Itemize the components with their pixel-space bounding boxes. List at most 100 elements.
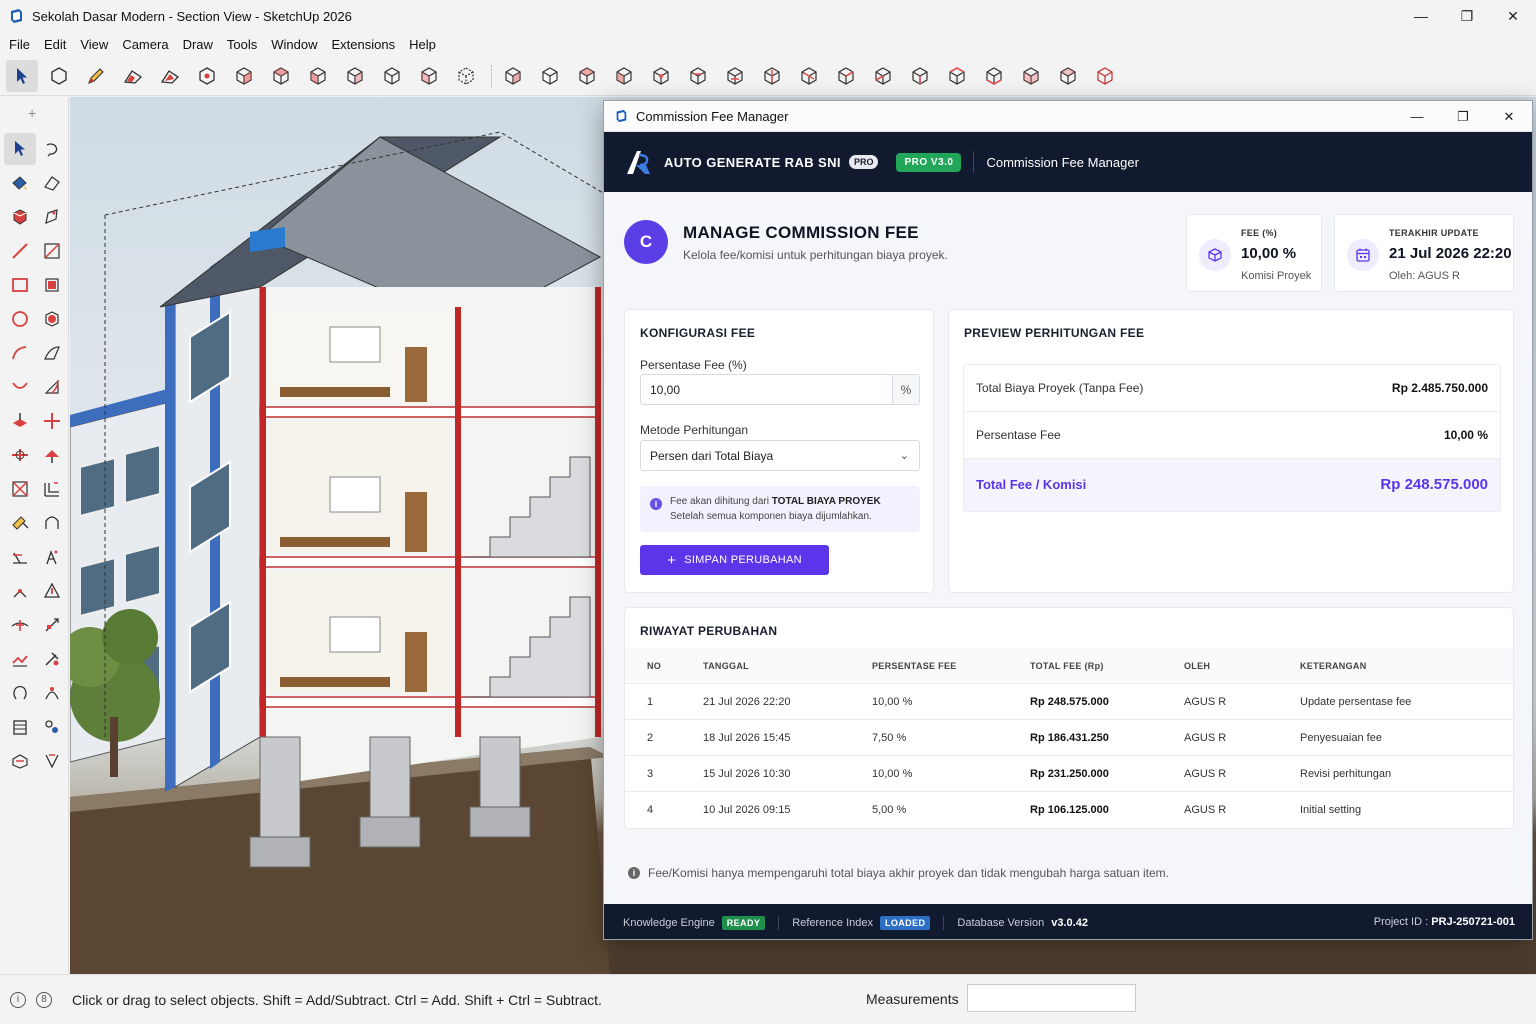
sandbox-tool[interactable]: [4, 745, 36, 777]
tape-measure-tool[interactable]: [4, 507, 36, 539]
section-display-button[interactable]: [793, 60, 825, 92]
credits-icon[interactable]: 8: [36, 991, 52, 1008]
zoom-window-tool[interactable]: [36, 643, 68, 675]
axes-button[interactable]: [830, 60, 862, 92]
section-plane-button[interactable]: [682, 60, 714, 92]
pie-tool[interactable]: [36, 371, 68, 403]
component-tool-button[interactable]: [43, 60, 75, 92]
menu-extensions[interactable]: Extensions: [327, 37, 401, 52]
table-row[interactable]: 4 10 Jul 2026 09:15 5,00 % Rp 106.125.00…: [625, 792, 1513, 828]
rotated-rectangle-tool[interactable]: [36, 269, 68, 301]
textured-button[interactable]: [608, 60, 640, 92]
dialog-close-button[interactable]: ✕: [1486, 101, 1532, 132]
position-camera-tool[interactable]: [36, 711, 68, 743]
table-row[interactable]: 3 15 Jul 2026 10:30 10,00 % Rp 231.250.0…: [625, 756, 1513, 792]
fog-button[interactable]: [941, 60, 973, 92]
save-changes-button[interactable]: + SIMPAN PERUBAHAN: [640, 545, 829, 575]
method-select[interactable]: Persen dari Total Biaya ⌄: [640, 440, 920, 471]
eraser-tool-button[interactable]: [117, 60, 149, 92]
pan-tool[interactable]: [36, 609, 68, 641]
section-fill-button[interactable]: [756, 60, 788, 92]
table-row[interactable]: 2 18 Jul 2026 15:45 7,50 % Rp 186.431.25…: [625, 720, 1513, 756]
dialog-title-bar[interactable]: Commission Fee Manager — ❐ ✕: [604, 101, 1532, 132]
smoove-tool[interactable]: [36, 745, 68, 777]
3d-text-tool[interactable]: [36, 575, 68, 607]
dialog-minimize-button[interactable]: —: [1394, 101, 1440, 132]
follow-me-tool[interactable]: [36, 439, 68, 471]
lasso-tool[interactable]: [36, 133, 68, 165]
rectangle-tool[interactable]: [4, 269, 36, 301]
col-by: OLEH: [1184, 661, 1211, 671]
monochrome-button[interactable]: [645, 60, 677, 92]
polygon-tool[interactable]: [36, 303, 68, 335]
axes-tool[interactable]: [4, 575, 36, 607]
view-front-button[interactable]: [302, 60, 334, 92]
edge-style-button[interactable]: [978, 60, 1010, 92]
offset-tool[interactable]: [36, 473, 68, 505]
menu-help[interactable]: Help: [404, 37, 441, 52]
dimension-tool[interactable]: [36, 507, 68, 539]
walk-tool[interactable]: [36, 677, 68, 709]
rotate-tool[interactable]: [4, 439, 36, 471]
close-button[interactable]: ✕: [1490, 0, 1536, 32]
view-right-button[interactable]: [339, 60, 371, 92]
minimize-button[interactable]: —: [1398, 0, 1444, 32]
wireframe-button[interactable]: [497, 60, 529, 92]
three-point-arc-tool[interactable]: [4, 371, 36, 403]
eraser-tool[interactable]: [36, 167, 68, 199]
protractor-tool[interactable]: [4, 541, 36, 573]
tag-tool[interactable]: [36, 201, 68, 233]
menu-edit[interactable]: Edit: [39, 37, 71, 52]
menu-draw[interactable]: Draw: [178, 37, 218, 52]
section-cut-button[interactable]: [719, 60, 751, 92]
palette-add-icon[interactable]: +: [28, 105, 36, 121]
pencil-icon: [88, 67, 104, 84]
view-back-button[interactable]: [376, 60, 408, 92]
table-row[interactable]: 1 21 Jul 2026 22:20 10,00 % Rp 248.575.0…: [625, 684, 1513, 720]
select-tool[interactable]: [4, 133, 36, 165]
move-tool[interactable]: [36, 405, 68, 437]
zoom-extents-tool[interactable]: [4, 677, 36, 709]
face-style-button[interactable]: [1015, 60, 1047, 92]
dialog-maximize-button[interactable]: ❐: [1440, 101, 1486, 132]
select-tool-button[interactable]: [6, 59, 38, 92]
parallel-button[interactable]: [1089, 60, 1121, 92]
pencil-tool-button[interactable]: [80, 60, 112, 92]
view-top-button[interactable]: [265, 60, 297, 92]
arc-tool-button[interactable]: [154, 60, 186, 92]
orbit-tool[interactable]: [4, 609, 36, 641]
menu-camera[interactable]: Camera: [117, 37, 173, 52]
perspective-button[interactable]: [1052, 60, 1084, 92]
menu-file[interactable]: File: [4, 37, 35, 52]
tape-measure-icon: [12, 516, 29, 530]
move-tool-button[interactable]: [191, 60, 223, 92]
info-icon[interactable]: i: [10, 991, 26, 1008]
hidden-line-button[interactable]: [534, 60, 566, 92]
look-around-tool[interactable]: [4, 711, 36, 743]
guides-button[interactable]: [867, 60, 899, 92]
push-pull-tool[interactable]: [4, 405, 36, 437]
percent-input[interactable]: 10,00 %: [640, 374, 920, 405]
shadows-button[interactable]: [904, 60, 936, 92]
line-tool[interactable]: [4, 235, 36, 267]
two-point-arc-tool[interactable]: [36, 337, 68, 369]
maximize-button[interactable]: ❐: [1444, 0, 1490, 32]
text-tool[interactable]: [36, 541, 68, 573]
scale-tool[interactable]: [4, 473, 36, 505]
view-left-button[interactable]: [413, 60, 445, 92]
arc-tool[interactable]: [4, 337, 36, 369]
shaded-button[interactable]: [571, 60, 603, 92]
freehand-tool[interactable]: [36, 235, 68, 267]
preview-row-total-cost: Total Biaya Proyek (Tanpa Fee) Rp 2.485.…: [964, 365, 1500, 412]
menu-view[interactable]: View: [75, 37, 113, 52]
menu-tools[interactable]: Tools: [222, 37, 262, 52]
menu-window[interactable]: Window: [266, 37, 322, 52]
paint-bucket-tool[interactable]: [4, 167, 36, 199]
cell-by: AGUS R: [1184, 804, 1227, 816]
circle-tool[interactable]: [4, 303, 36, 335]
component-tool[interactable]: [4, 201, 36, 233]
measurements-input[interactable]: [967, 984, 1136, 1012]
zoom-tool[interactable]: [4, 643, 36, 675]
view-iso-button[interactable]: [228, 60, 260, 92]
xray-button[interactable]: [450, 60, 482, 92]
